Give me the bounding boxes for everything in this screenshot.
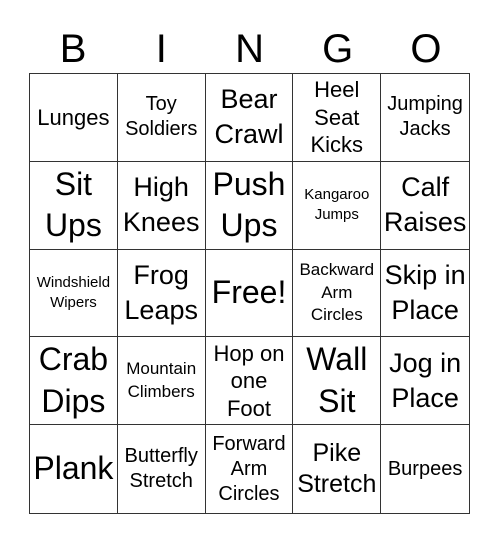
bingo-cell[interactable]: Windshield Wipers: [30, 249, 118, 338]
bingo-cell[interactable]: Burpees: [381, 425, 469, 513]
bingo-cell[interactable]: Wall Sit: [293, 337, 382, 426]
bingo-cell[interactable]: Push Ups: [205, 161, 294, 250]
bingo-cell[interactable]: Butterfly Stretch: [118, 425, 206, 513]
bingo-cell[interactable]: Skip in Place: [381, 250, 469, 338]
bingo-cell[interactable]: Heel Seat Kicks: [293, 74, 382, 162]
bingo-cell[interactable]: Jumping Jacks: [381, 74, 469, 162]
bingo-cell[interactable]: Plank: [30, 425, 118, 513]
header-letter-b: B: [59, 27, 87, 71]
bingo-cell[interactable]: Forward Arm Circles: [206, 425, 294, 513]
header-letter-n: N: [235, 27, 264, 71]
bingo-cell[interactable]: Crab Dips: [30, 337, 118, 426]
bingo-header: B I N G O: [29, 26, 470, 72]
bingo-cell[interactable]: High Knees: [117, 161, 206, 250]
bingo-cell[interactable]: Frog Leaps: [117, 249, 206, 338]
bingo-cell[interactable]: Lunges: [30, 74, 118, 162]
header-letter-o: O: [410, 27, 442, 71]
bingo-grid: Lunges Toy Soldiers Bear Crawl Heel Seat…: [29, 73, 470, 514]
header-letter-i: I: [155, 27, 167, 71]
bingo-cell[interactable]: Sit Ups: [30, 161, 118, 250]
bingo-cell[interactable]: Mountain Climbers: [117, 337, 206, 426]
bingo-cell[interactable]: Backward Arm Circles: [293, 249, 382, 338]
header-letter-g: G: [322, 27, 354, 71]
bingo-cell[interactable]: Hop on one Foot: [205, 337, 294, 426]
free-space[interactable]: Free!: [205, 249, 294, 338]
bingo-cell[interactable]: Jog in Place: [381, 337, 469, 426]
bingo-cell[interactable]: Toy Soldiers: [117, 74, 206, 162]
bingo-cell[interactable]: Calf Raises: [381, 162, 469, 250]
bingo-cell[interactable]: Bear Crawl: [205, 74, 294, 162]
bingo-cell[interactable]: Pike Stretch: [293, 425, 382, 513]
bingo-cell[interactable]: Kangaroo Jumps: [293, 161, 382, 250]
